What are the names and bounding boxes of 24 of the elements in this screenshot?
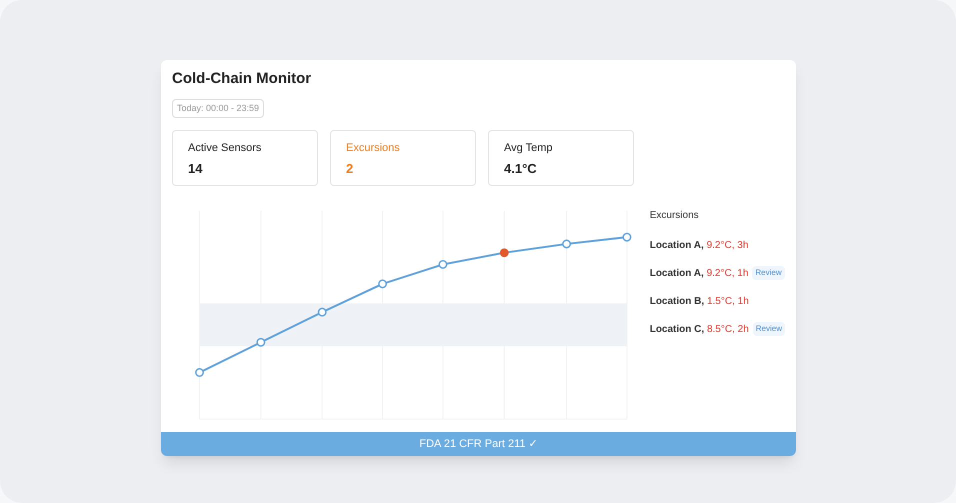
excursion-data-point xyxy=(500,248,509,257)
review-badge[interactable]: Review xyxy=(752,322,785,336)
compliance-bar: FDA 21 CFR Part 211 ✓ xyxy=(161,432,796,456)
excursion-entry: Location A, 9.2°C, 1h xyxy=(650,266,748,280)
stat-label: Avg Temp xyxy=(504,140,554,156)
data-point xyxy=(622,232,632,242)
stat-label: Active Sensors xyxy=(188,140,262,156)
excursion-entry: Location A, 9.2°C, 3h xyxy=(650,238,748,252)
data-point xyxy=(318,307,327,316)
data-point xyxy=(195,368,204,376)
data-point xyxy=(562,239,571,248)
review-badge[interactable]: Review xyxy=(752,266,785,280)
stat-value: 2 xyxy=(346,160,354,178)
excursion-entry: Location B, 1.5°C, 1h xyxy=(650,294,749,308)
data-point xyxy=(256,337,266,346)
dashboard-title: Cold-Chain Monitor xyxy=(172,69,312,89)
stat-label: Excursions xyxy=(346,140,401,156)
excursions-heading: Excursions xyxy=(650,208,700,222)
date-range-field[interactable]: Today: 00:00 - 23:59 xyxy=(172,98,264,118)
excursion-entry: Location C, 8.5°C, 2h xyxy=(650,322,749,336)
data-point xyxy=(378,278,387,288)
stat-value: 14 xyxy=(188,160,204,178)
data-point xyxy=(438,259,448,268)
stat-value: 4.1°C xyxy=(504,160,538,178)
